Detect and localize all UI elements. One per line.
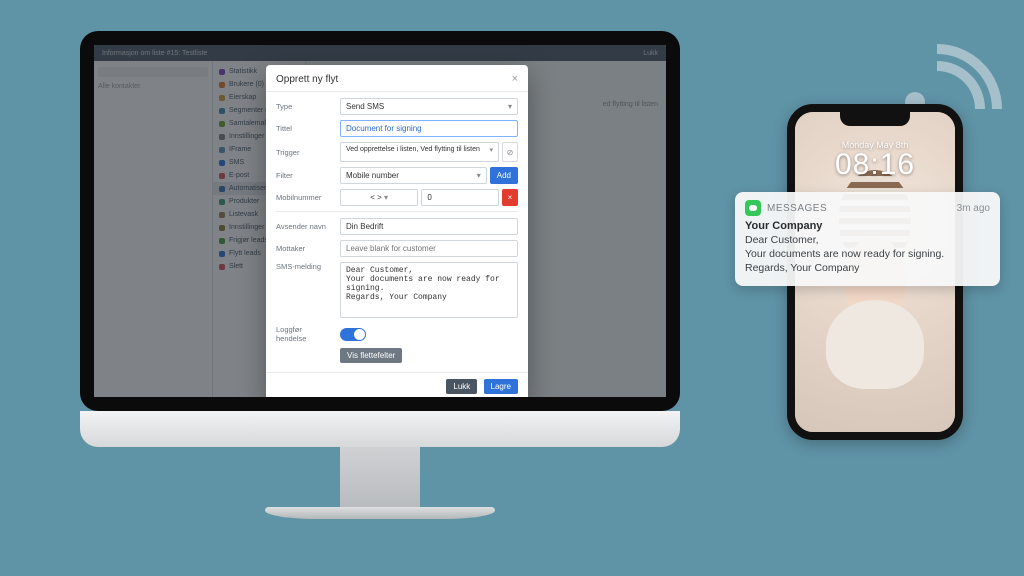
- mottaker-input[interactable]: [340, 240, 518, 257]
- type-select[interactable]: Send SMS▾: [340, 98, 518, 115]
- desktop-monitor: Informasjon om liste #15: Testliste Lukk…: [80, 31, 680, 519]
- modal-title: Opprett ny flyt: [276, 74, 338, 85]
- label-mottaker: Mottaker: [276, 244, 334, 253]
- trigger-select[interactable]: Ved opprettelse i listen, Ved flytting t…: [340, 142, 499, 162]
- label-avsender: Avsender navn: [276, 222, 334, 231]
- label-tittel: Tittel: [276, 124, 334, 133]
- notification-time: 3m ago: [957, 203, 990, 214]
- tittel-input[interactable]: [340, 120, 518, 137]
- trigger-clear-button[interactable]: ⊘: [502, 142, 518, 162]
- filter-add-button[interactable]: Add: [490, 167, 518, 184]
- sms-textarea[interactable]: [340, 262, 518, 318]
- logg-toggle[interactable]: [340, 328, 366, 341]
- label-logg: Loggfør hendelse: [276, 325, 334, 343]
- notification-body: Dear Customer, Your documents are now re…: [745, 233, 990, 276]
- vis-flettefelter-button[interactable]: Vis flettefelter: [340, 348, 402, 363]
- label-trigger: Trigger: [276, 148, 334, 157]
- close-icon[interactable]: ×: [512, 73, 518, 85]
- notification-app: MESSAGES: [767, 203, 827, 214]
- mobil-value-input[interactable]: [421, 189, 499, 206]
- phone-notch: [840, 112, 910, 126]
- messages-app-icon: [745, 200, 761, 216]
- mobil-op-select[interactable]: < > ▾: [340, 189, 418, 206]
- lockscreen-time: 08:16: [795, 148, 955, 182]
- lockscreen-datetime: Monday May 8th 08:16: [795, 140, 955, 182]
- label-filter: Filter: [276, 171, 334, 180]
- notification-title: Your Company: [745, 220, 990, 232]
- avsender-input[interactable]: [340, 218, 518, 235]
- label-type: Type: [276, 102, 334, 111]
- filter-remove-button[interactable]: ×: [502, 189, 518, 206]
- label-sms: SMS-melding: [276, 262, 334, 271]
- filter-select[interactable]: Mobile number▾: [340, 167, 487, 184]
- lukk-button[interactable]: Lukk: [446, 379, 477, 394]
- lagre-button[interactable]: Lagre: [484, 379, 518, 394]
- lockscreen-date: Monday May 8th: [795, 140, 955, 150]
- create-flow-modal: Opprett ny flyt × Type Send SMS▾ Tittel …: [266, 65, 528, 397]
- label-mobil: Mobilnummer: [276, 193, 334, 202]
- notification-card[interactable]: MESSAGES 3m ago Your Company Dear Custom…: [735, 192, 1000, 286]
